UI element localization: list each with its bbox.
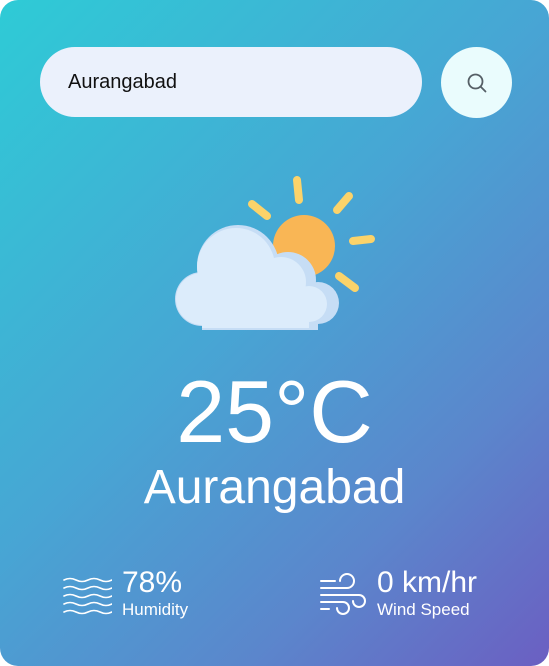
humidity-detail: 78% Humidity [62,566,188,620]
wind-speed-value: 0 km/hr [377,566,478,599]
temperature: 25°C [176,362,373,461]
search-icon [467,73,486,92]
humidity-waves-icon [63,577,112,615]
wind-speed-label: Wind Speed [377,600,470,619]
weather-card: 25°C Aurangabad 78% Humidity [0,0,549,666]
wind-detail: 0 km/hr Wind Speed [317,566,477,620]
wind-icon [320,573,366,615]
city-name: Aurangabad [143,461,406,514]
humidity-label: Humidity [122,600,189,619]
search-button[interactable] [441,47,512,118]
partly-cloudy-icon [175,176,375,330]
humidity-value: 78% [122,566,183,599]
search-input[interactable] [40,47,422,117]
